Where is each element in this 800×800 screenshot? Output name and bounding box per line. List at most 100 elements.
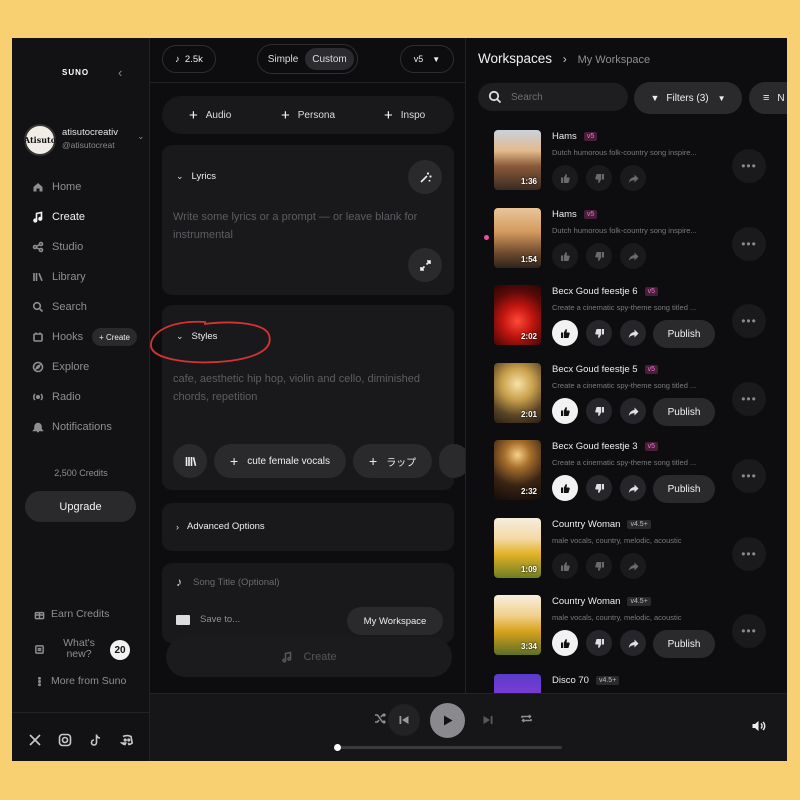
song-row[interactable]: 1:36 Hams v5 Dutch humorous folk-country so… — [494, 130, 784, 192]
current-workspace[interactable]: My Workspace — [578, 54, 651, 66]
more-options-button[interactable]: ••• — [732, 149, 766, 183]
song-row[interactable]: 1:54 Hams v5 Dutch humorous folk-country so… — [484, 208, 784, 270]
song-title-field[interactable]: ♪ Song Title (Optional) — [176, 575, 280, 589]
style-tag-chip-partial[interactable] — [439, 444, 465, 478]
publish-button[interactable]: Publish — [653, 398, 715, 426]
sidebar-item-radio[interactable]: Radio — [32, 388, 81, 406]
like-button[interactable] — [552, 320, 578, 346]
workspaces-link[interactable]: Workspaces — [478, 51, 552, 66]
sidebar-item-notifications[interactable]: Notifications — [32, 418, 112, 436]
add-audio-button[interactable]: + Audio — [189, 96, 231, 134]
share-button[interactable] — [620, 320, 646, 346]
song-cover[interactable] — [494, 674, 541, 693]
add-persona-button[interactable]: + Persona — [281, 96, 335, 134]
share-button[interactable] — [620, 243, 646, 269]
collapse-sidebar-icon[interactable]: ‹ — [118, 65, 122, 80]
dislike-button[interactable] — [586, 398, 612, 424]
more-options-button[interactable]: ••• — [732, 382, 766, 416]
style-library-button[interactable] — [173, 444, 207, 478]
lyrics-toggle[interactable]: ⌄ Lyrics — [176, 171, 216, 182]
sort-button[interactable]: ≡ N — [749, 82, 787, 114]
sidebar-item-library[interactable]: Library — [32, 268, 86, 286]
share-button[interactable] — [620, 630, 646, 656]
credits-pill[interactable]: ♪ 2.5k — [162, 45, 216, 73]
sidebar-item-create[interactable]: Create — [32, 208, 85, 226]
more-options-button[interactable]: ••• — [732, 227, 766, 261]
dislike-button[interactable] — [586, 553, 612, 579]
sidebar-item-studio[interactable]: Studio — [32, 238, 83, 256]
song-title[interactable]: Becx Goud feestje 3 — [552, 441, 638, 452]
more-options-button[interactable]: ••• — [732, 614, 766, 648]
styles-input[interactable]: cafe, aesthetic hip hop, violin and cell… — [173, 370, 443, 406]
song-cover[interactable]: 2:02 — [494, 285, 541, 345]
dislike-button[interactable] — [586, 320, 612, 346]
song-title[interactable]: Becx Goud feestje 5 — [552, 364, 638, 375]
profile-menu[interactable]: Atisuto atisutocreativ @atisutocreat ⌄ — [24, 124, 148, 156]
x-icon[interactable] — [28, 733, 42, 747]
playback-progress[interactable] — [334, 744, 562, 751]
more-options-button[interactable]: ••• — [732, 459, 766, 493]
play-button[interactable] — [430, 703, 465, 738]
instagram-icon[interactable] — [58, 733, 72, 747]
song-row[interactable]: 1:09 Country Woman v4.5+ male vocals, count… — [494, 518, 784, 580]
create-button[interactable]: Create — [166, 637, 452, 677]
discord-icon[interactable] — [119, 733, 134, 747]
advanced-options-toggle[interactable]: › Advanced Options — [176, 521, 265, 532]
tiktok-icon[interactable] — [89, 733, 103, 747]
like-button[interactable] — [552, 165, 578, 191]
dislike-button[interactable] — [586, 165, 612, 191]
song-title[interactable]: Country Woman — [552, 519, 620, 530]
like-button[interactable] — [552, 243, 578, 269]
previous-button[interactable] — [388, 704, 420, 736]
song-title[interactable]: Hams — [552, 131, 577, 142]
song-cover[interactable]: 1:54 — [494, 208, 541, 268]
earn-credits-link[interactable]: Earn Credits — [34, 608, 109, 620]
song-cover[interactable]: 1:36 — [494, 130, 541, 190]
more-options-button[interactable]: ••• — [732, 304, 766, 338]
publish-button[interactable]: Publish — [653, 475, 715, 503]
like-button[interactable] — [552, 475, 578, 501]
dislike-button[interactable] — [586, 243, 612, 269]
song-title[interactable]: Country Woman — [552, 596, 620, 607]
song-row[interactable]: 2:32 Becx Goud feestje 3 v5 Create a cinema… — [494, 440, 784, 503]
song-cover[interactable]: 1:09 — [494, 518, 541, 578]
volume-icon[interactable] — [751, 719, 766, 738]
repeat-icon[interactable] — [520, 712, 533, 725]
sidebar-item-home[interactable]: Home — [32, 178, 81, 196]
more-from-suno-link[interactable]: More from Suno — [34, 675, 126, 687]
mode-custom[interactable]: Custom — [305, 48, 354, 70]
model-select[interactable]: v5 ▼ — [400, 45, 454, 73]
song-row[interactable]: 3:34 Country Woman v4.5+ male vocals, count… — [494, 595, 784, 658]
song-row[interactable]: 2:01 Becx Goud feestje 5 v5 Create a cinema… — [494, 363, 784, 426]
next-button[interactable] — [482, 714, 494, 726]
advanced-options-card[interactable]: › Advanced Options — [162, 503, 454, 551]
sidebar-item-hooks[interactable]: Hooks — [32, 328, 83, 346]
song-cover[interactable]: 2:32 — [494, 440, 541, 500]
share-button[interactable] — [620, 475, 646, 501]
publish-button[interactable]: Publish — [653, 630, 715, 658]
like-button[interactable] — [552, 630, 578, 656]
like-button[interactable] — [552, 398, 578, 424]
share-button[interactable] — [620, 165, 646, 191]
progress-knob[interactable] — [334, 744, 341, 751]
add-inspo-button[interactable]: + Inspo — [384, 96, 425, 134]
sidebar-item-explore[interactable]: Explore — [32, 358, 89, 376]
song-row[interactable]: 2:02 Becx Goud feestje 6 v5 Create a cinema… — [494, 285, 784, 348]
song-title[interactable]: Disco 70 — [552, 675, 589, 686]
shuffle-icon[interactable] — [374, 712, 387, 725]
filters-button[interactable]: ▼ Filters (3) ▼ — [634, 82, 742, 114]
song-row[interactable]: Disco 70 v4.5+ — [494, 674, 784, 693]
style-tag-chip[interactable]: + cute female vocals — [214, 444, 347, 478]
hooks-create-button[interactable]: + Create — [92, 328, 137, 346]
song-title[interactable]: Hams — [552, 209, 577, 220]
dislike-button[interactable] — [586, 630, 612, 656]
expand-button[interactable] — [408, 248, 442, 282]
dislike-button[interactable] — [586, 475, 612, 501]
workspace-select[interactable]: My Workspace — [347, 607, 443, 635]
share-button[interactable] — [620, 398, 646, 424]
magic-wand-button[interactable] — [408, 160, 442, 194]
share-button[interactable] — [620, 553, 646, 579]
song-title[interactable]: Becx Goud feestje 6 — [552, 286, 638, 297]
song-cover[interactable]: 3:34 — [494, 595, 541, 655]
mode-simple[interactable]: Simple — [261, 48, 305, 70]
